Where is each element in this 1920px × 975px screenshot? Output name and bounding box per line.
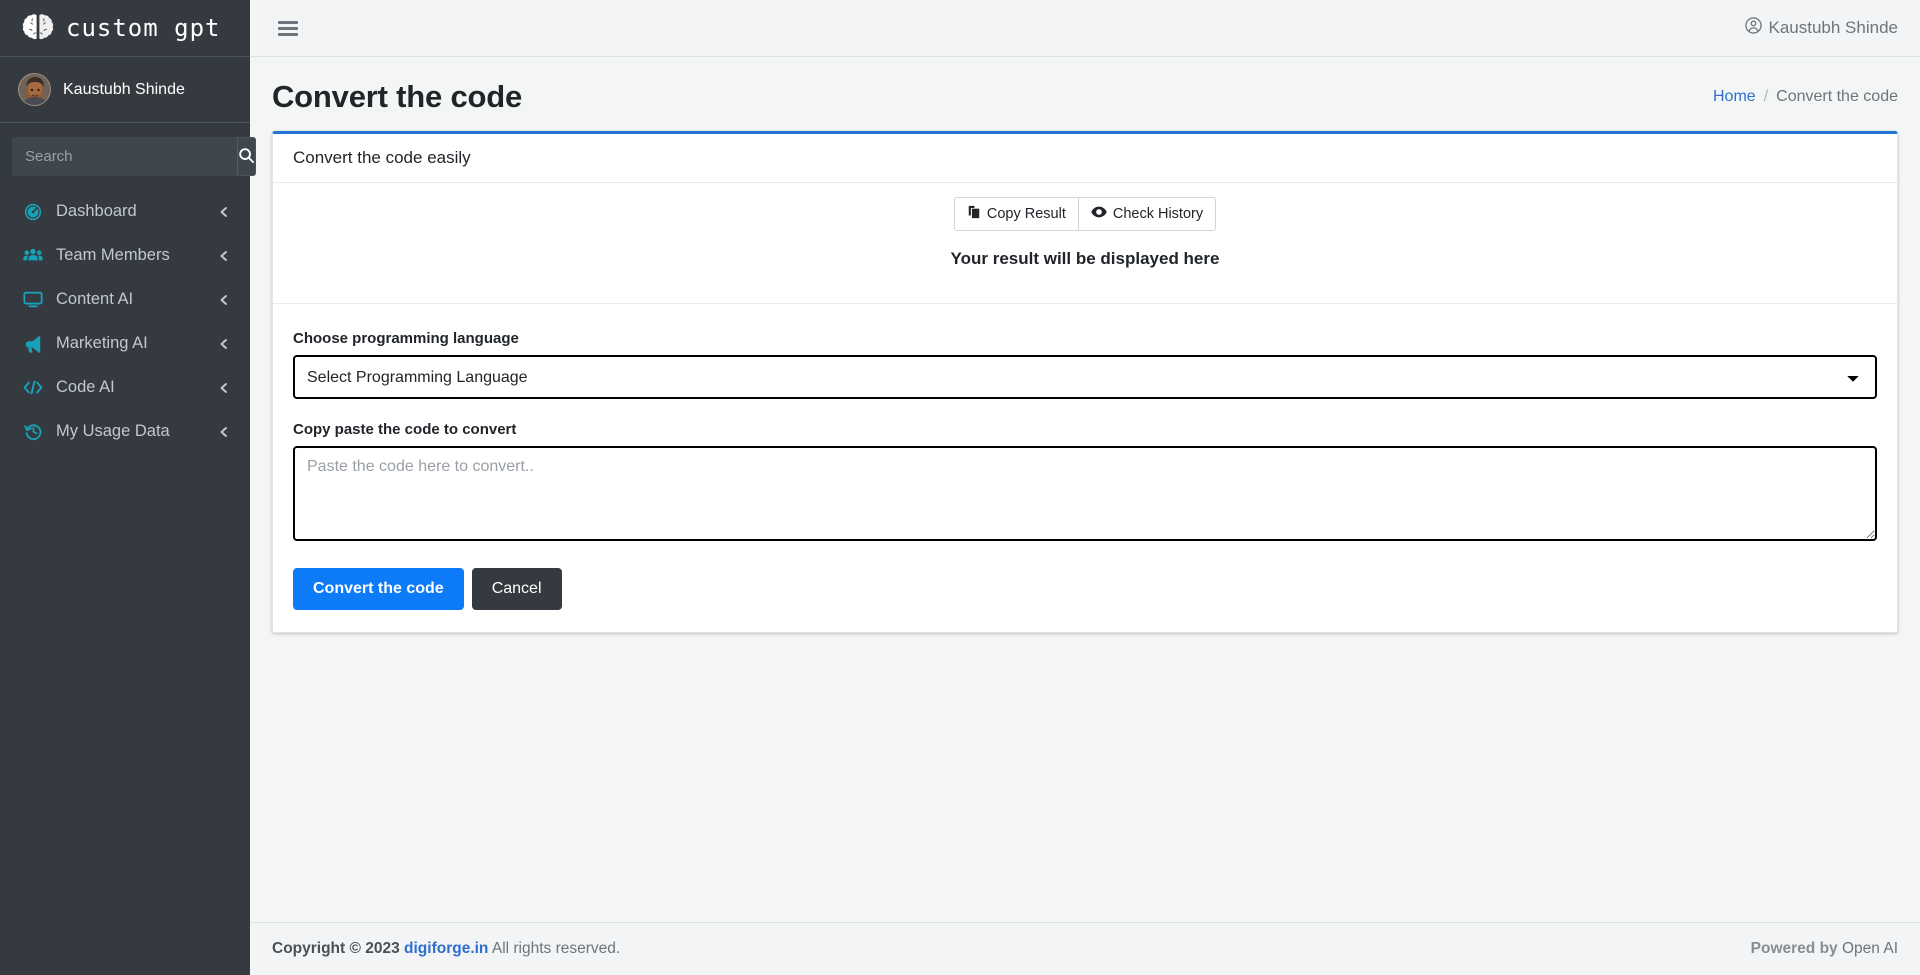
code-textarea[interactable] [293,446,1877,541]
sidebar-nav: Dashboard Team Members Content AI Market… [0,180,250,975]
copy-icon [967,205,981,223]
footer-powered-by: Powered by Open AI [1751,940,1898,958]
breadcrumb-separator: / [1763,88,1769,105]
sidebar-item-marketing-ai[interactable]: Marketing AI [10,322,240,365]
breadcrumb-home-link[interactable]: Home [1713,88,1756,106]
sidebar-item-label: Dashboard [56,202,137,220]
result-button-group: Copy Result Check History [953,197,1217,231]
copy-result-button[interactable]: Copy Result [953,197,1079,231]
footer-copyright-suffix: All rights reserved. [491,940,621,957]
user-circle-icon [1744,17,1762,39]
app-root: custom gpt Kaustubh Shinde Search Dashbo… [0,0,1920,975]
dashboard-gauge-icon [22,201,44,223]
chevron-left-icon [218,206,230,218]
search-input[interactable] [12,137,237,176]
history-icon [22,421,44,443]
sidebar-item-label: Team Members [56,246,170,264]
code-label: Copy paste the code to convert [293,421,517,438]
sidebar-item-label: My Usage Data [56,422,170,440]
topbar-user-menu[interactable]: Kaustubh Shinde [1744,17,1899,39]
topbar-user-name: Kaustubh Shinde [1768,18,1899,37]
bullhorn-icon [22,333,44,355]
language-select[interactable]: Select Programming Language [293,355,1877,399]
brand-title: custom gpt [66,14,221,42]
search-button[interactable] [237,137,256,176]
sidebar-item-content-ai[interactable]: Content AI [10,278,240,321]
hamburger-icon[interactable] [274,17,302,40]
form-actions: Convert the code Cancel [293,568,1877,610]
sidebar-item-label: Content AI [56,290,134,308]
users-icon [22,245,44,267]
convert-the-code-button[interactable]: Convert the code [293,568,464,610]
sidebar: custom gpt Kaustubh Shinde Search Dashbo… [0,0,256,975]
card-header: Convert the code easily [273,134,1897,183]
footer-copyright: Copyright © 2023 digiforge.in All rights… [272,940,620,958]
footer: Copyright © 2023 digiforge.in All rights… [250,922,1920,975]
breadcrumb: Home / Convert the code [1713,88,1898,106]
card-body: Choose programming language Select Progr… [273,304,1897,632]
chevron-left-icon [218,382,230,394]
sidebar-user-panel[interactable]: Kaustubh Shinde [0,57,250,123]
search-icon [238,147,255,167]
sidebar-search [0,123,256,180]
sidebar-item-my-usage-data[interactable]: My Usage Data [10,410,240,453]
cancel-button[interactable]: Cancel [471,568,562,610]
footer-copyright-prefix: Copyright © 2023 [272,940,400,957]
chevron-left-icon [218,250,230,262]
field-spacer [293,399,1877,421]
language-label: Choose programming language [293,330,519,347]
sidebar-user-name: Kaustubh Shinde [63,80,185,98]
check-history-button[interactable]: Check History [1078,197,1217,231]
content-header: Convert the code Home / Convert the code [250,57,1920,131]
result-toolbar: Copy Result Check History [273,183,1897,231]
result-display: Your result will be displayed here [273,231,1897,304]
breadcrumb-current: Convert the code [1776,88,1898,105]
chevron-left-icon [218,294,230,306]
footer-site-link[interactable]: digiforge.in [404,940,488,957]
topbar: Kaustubh Shinde [250,0,1920,57]
footer-powered-prefix: Powered by [1750,940,1838,957]
main-area: Kaustubh Shinde Convert the code Home / … [250,0,1920,975]
sidebar-item-team-members[interactable]: Team Members [10,234,240,277]
sidebar-item-dashboard[interactable]: Dashboard [10,190,240,233]
brand-logo-link[interactable]: custom gpt [0,0,250,57]
desktop-icon [22,289,44,311]
copy-result-label: Copy Result [986,206,1066,222]
page-title: Convert the code [272,79,523,114]
eye-icon [1091,205,1107,223]
check-history-label: Check History [1112,206,1204,222]
brain-icon [20,10,56,46]
sidebar-item-code-ai[interactable]: Code AI [10,366,240,409]
sidebar-item-label: Marketing AI [56,334,148,352]
content: Convert the code easily Copy Result Chec… [250,131,1920,633]
sidebar-item-label: Code AI [56,378,115,396]
avatar [18,73,51,106]
chevron-left-icon [218,338,230,350]
convert-card: Convert the code easily Copy Result Chec… [272,131,1898,633]
footer-powered-name: Open AI [1841,940,1898,957]
chevron-left-icon [218,426,230,438]
code-icon [22,377,44,399]
